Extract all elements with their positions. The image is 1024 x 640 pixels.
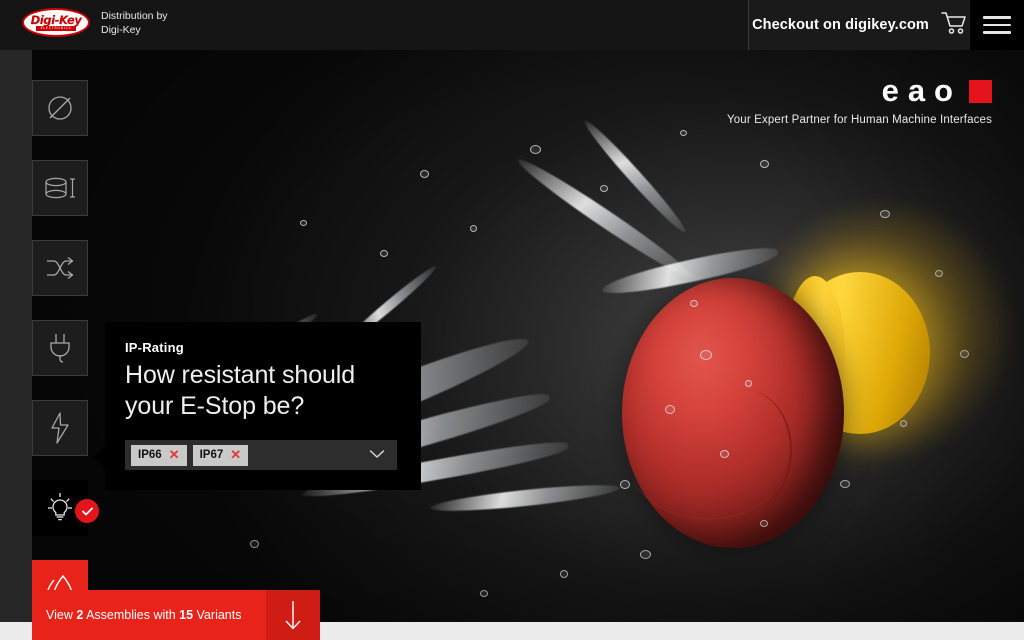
app-root: eao Your Expert Partner for Human Machin… — [0, 0, 1024, 640]
selected-tag-label: IP66 — [138, 449, 162, 461]
banner-variants-count: 15 — [179, 607, 194, 622]
diameter-icon — [48, 96, 72, 120]
tooltip-question: How resistant should your E-Stop be? — [125, 361, 356, 420]
hamburger-line — [983, 16, 1011, 19]
close-icon[interactable]: ✕ — [169, 448, 180, 461]
check-icon — [81, 507, 93, 515]
banner-scroll-down-button[interactable] — [266, 590, 320, 640]
sidebar-item-power[interactable] — [32, 400, 88, 456]
lightning-bolt-icon — [51, 412, 69, 444]
distribution-line-2: Digi-Key — [101, 23, 141, 36]
sidebar-item-illumination[interactable] — [32, 480, 99, 536]
height-icon — [45, 177, 75, 199]
arrow-down-icon — [285, 601, 301, 630]
eao-red-square-icon — [969, 79, 992, 103]
tooltip-pointer — [94, 446, 105, 468]
ip-rating-multiselect[interactable]: IP66 ✕ IP67 ✕ — [125, 440, 397, 470]
plug-icon — [50, 334, 70, 363]
selected-tag-label: IP67 — [199, 449, 224, 461]
top-header: Digi-Key ELECTRONICS Distribution by Dig… — [0, 0, 1024, 50]
close-icon[interactable]: ✕ — [230, 448, 241, 461]
lightbulb-icon — [48, 493, 72, 521]
checkout-label: Checkout on digikey.com — [752, 17, 929, 33]
digikey-logo: Digi-Key ELECTRONICS — [22, 8, 90, 37]
checkout-button[interactable]: Checkout on digikey.com — [749, 0, 970, 50]
distribution-line-1: Distribution by — [101, 9, 168, 22]
chevron-down-icon[interactable] — [369, 446, 385, 464]
hamburger-line — [983, 23, 1011, 27]
digikey-brand-block: Digi-Key ELECTRONICS Distribution by Dig… — [22, 8, 168, 37]
hamburger-menu-icon — [983, 11, 1011, 39]
banner-mid: Assemblies with — [83, 607, 180, 622]
eao-brand-block: eao Your Expert Partner for Human Machin… — [727, 74, 992, 126]
hamburger-menu-button[interactable] — [970, 0, 1024, 50]
sidebar-item-diameter[interactable] — [32, 80, 88, 136]
banner-label: View 2 Assemblies with 15 Variants — [46, 607, 241, 624]
shopping-cart-icon — [941, 11, 967, 40]
ip-rating-tooltip-card: IP-Rating How resistant should your E-St… — [94, 322, 421, 490]
banner-label-area[interactable]: View 2 Assemblies with 15 Variants — [32, 590, 266, 640]
sidebar-item-height[interactable] — [32, 160, 88, 216]
banner-suffix: Variants — [193, 607, 242, 622]
sidebar-completed-badge — [75, 499, 99, 523]
view-assemblies-banner[interactable]: View 2 Assemblies with 15 Variants — [32, 590, 320, 640]
selected-tag[interactable]: IP66 ✕ — [131, 444, 187, 466]
shuffle-icon — [47, 256, 74, 280]
eao-logo: eao — [727, 74, 992, 108]
sidebar-rail — [0, 50, 99, 622]
digikey-logo-word: Digi-Key — [30, 12, 82, 27]
selected-tag[interactable]: IP67 ✕ — [192, 444, 249, 466]
eao-tagline: Your Expert Partner for Human Machine In… — [726, 114, 992, 126]
banner-prefix: View — [46, 607, 77, 622]
tooltip-eyebrow: IP-Rating — [125, 340, 184, 355]
distribution-text: Distribution by Digi-Key — [101, 9, 168, 37]
sidebar-item-switching[interactable] — [32, 240, 88, 296]
digikey-logo-subtext: ELECTRONICS — [35, 25, 77, 31]
hamburger-line — [983, 31, 1011, 34]
sidebar-item-connection[interactable] — [32, 320, 88, 376]
eao-logo-text: eao — [881, 73, 962, 108]
